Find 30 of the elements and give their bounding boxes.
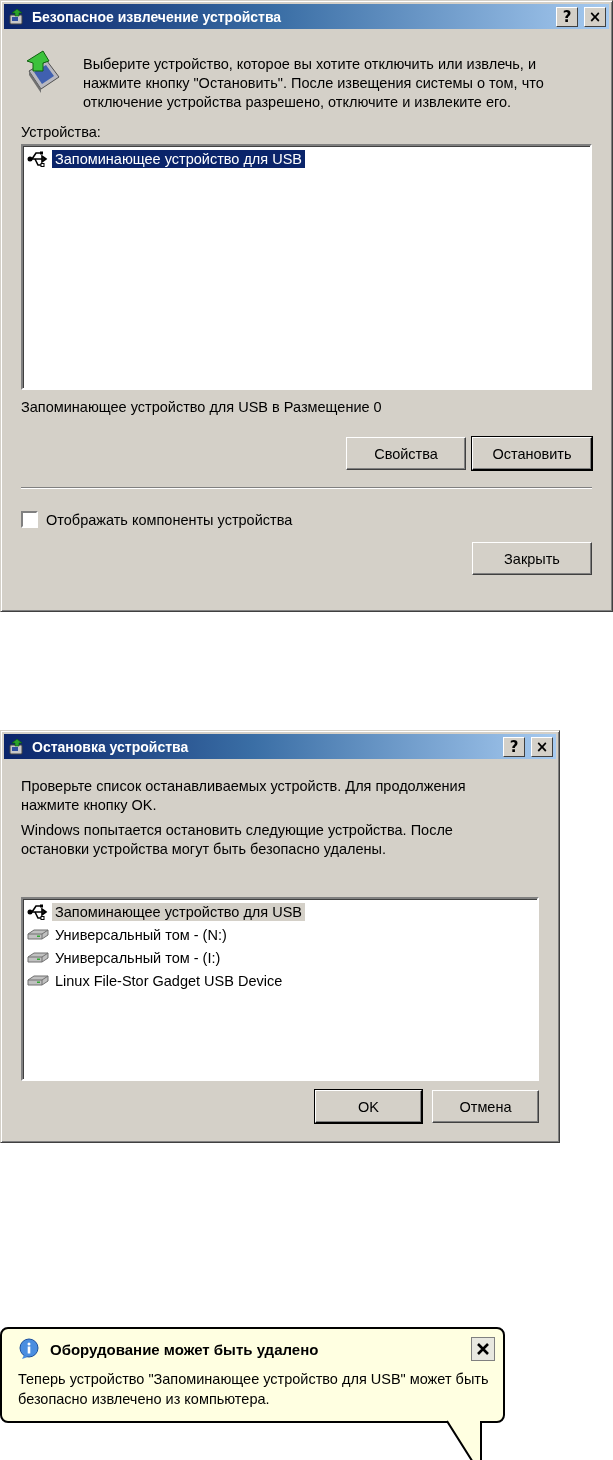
window-title: Безопасное извлечение устройства [32,8,283,25]
close-button[interactable]: × [531,736,553,757]
close-button[interactable]: Закрыть [472,542,592,575]
help-button[interactable]: ? [556,6,578,27]
checkbox[interactable] [21,511,38,528]
close-button[interactable]: × [584,6,606,27]
list-item[interactable]: Универсальный том - (N:) [52,925,230,944]
devices-label: Устройства: [21,124,102,140]
help-button[interactable]: ? [503,736,525,757]
close-icon [475,1341,491,1357]
instruction-text: Windows попытается остановить следующие устройства. После остановки устройства могут быть безопасно удалены. [21,821,454,859]
balloon-message: Теперь устройство "Запоминающее устройство для USB" может быть безопасно извлечено из компьютера. [18,1370,490,1409]
dialog-button[interactable]: Свойства [346,437,466,470]
dialog-button[interactable]: Остановить [472,437,592,470]
status-text: Запоминающее устройство для USB в Размещение 0 [21,399,383,415]
dialog-button[interactable]: OK [315,1090,422,1123]
instruction-text: Выберите устройство, которое вы хотите отключить или извлечь, и нажмите кнопку "Остановить". После извещения системы о том, что отключение устройства разрешено, отключите и извлеките его. [83,55,545,112]
device-icon [8,7,26,26]
close-button[interactable] [471,1337,495,1361]
list-item[interactable]: Запоминающее устройство для USB [52,902,306,921]
list-item[interactable]: Linux File-Stor Gadget USB Device [52,971,286,990]
dialog-button[interactable]: Отмена [432,1090,539,1123]
balloon-title: Оборудование может быть удалено [50,1340,320,1358]
checkbox-label: Отображать компоненты устройства [46,511,293,528]
window-title: Остановка устройства [32,738,190,755]
info-icon [18,1338,40,1360]
list-item[interactable]: Запоминающее устройство для USB [52,149,306,168]
device-icon [8,737,26,756]
instruction-text: Проверьте список останавливаемых устройств. Для продолжения нажмите кнопку OK. [21,777,467,815]
list-item[interactable]: Универсальный том - (I:) [52,948,224,967]
